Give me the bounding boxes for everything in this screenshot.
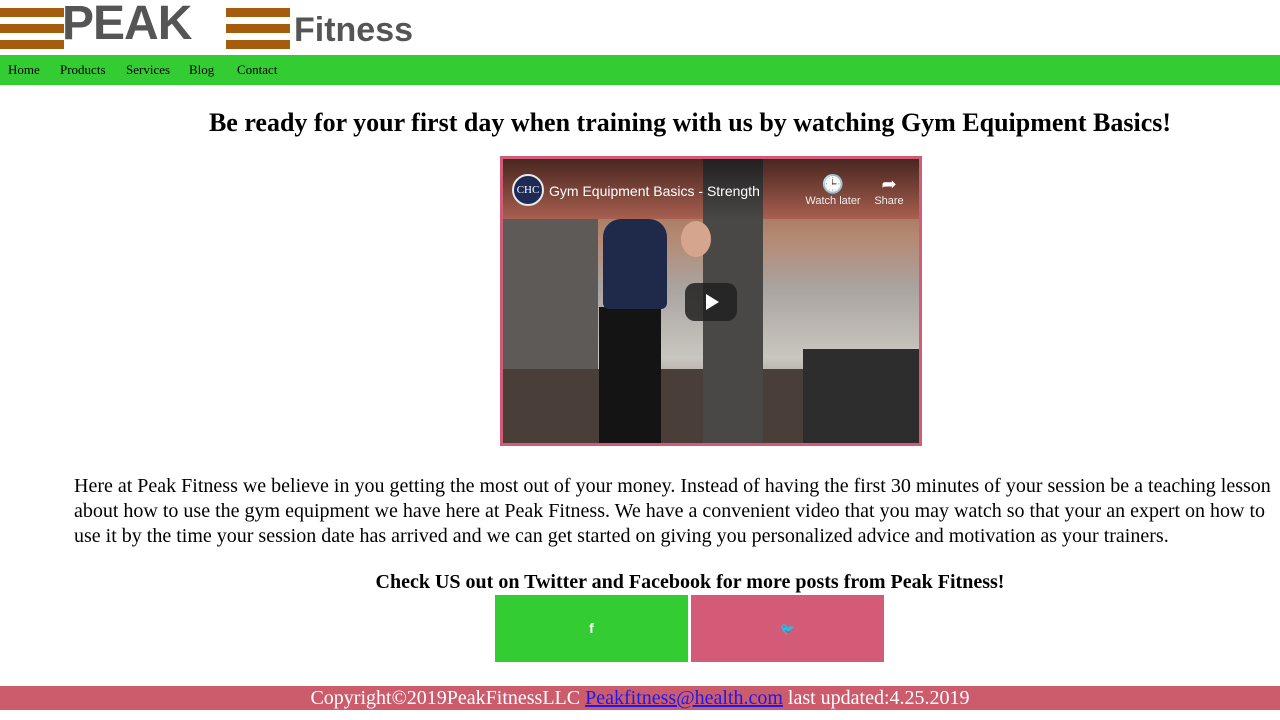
facebook-button[interactable]: f [495, 595, 688, 662]
thumbnail-person-legs [599, 307, 661, 443]
share-button[interactable]: ➦ Share [861, 173, 917, 207]
thumbnail-bench [803, 349, 919, 443]
channel-logo[interactable]: CHC [512, 174, 544, 206]
logo-fitness-text: Fitness [294, 11, 414, 49]
main-nav: Home Products Services Blog Contact [0, 55, 1280, 85]
thumbnail-person-head [681, 221, 711, 257]
nav-home[interactable]: Home [8, 55, 40, 85]
share-arrow-icon: ➦ [881, 174, 897, 194]
watch-later-button[interactable]: 🕒 Watch later [805, 173, 861, 207]
site-footer: Copyright©2019PeakFitnessLLC Peakfitness… [0, 686, 1280, 710]
nav-services[interactable]: Services [126, 55, 170, 85]
thumbnail-machine-left [503, 219, 598, 369]
logo-stripes-right [226, 8, 290, 56]
footer-updated: last updated:4.25.2019 [787, 687, 970, 709]
video-title[interactable]: Gym Equipment Basics - Strength [549, 183, 760, 199]
twitter-icon: 🐦 [780, 622, 795, 636]
clock-icon: 🕒 [821, 174, 845, 194]
nav-blog[interactable]: Blog [189, 55, 214, 85]
nav-contact[interactable]: Contact [237, 55, 277, 85]
site-header: PEAK Fitness [0, 0, 1280, 55]
watch-later-label: Watch later [805, 195, 861, 207]
video-player[interactable]: CHC Gym Equipment Basics - Strength 🕒 Wa… [500, 156, 922, 446]
nav-products[interactable]: Products [60, 55, 106, 85]
facebook-icon: f [589, 620, 594, 636]
logo-peak-text: PEAK [62, 0, 192, 50]
social-heading: Check US out on Twitter and Facebook for… [375, 571, 1005, 593]
logo-stripes-left [0, 8, 64, 56]
play-button[interactable] [685, 283, 737, 321]
intro-paragraph: Here at Peak Fitness we believe in you g… [74, 475, 1271, 547]
thumbnail-person-body [603, 219, 667, 309]
page-headline: Be ready for your first day when trainin… [208, 108, 1172, 137]
twitter-button[interactable]: 🐦 [691, 595, 884, 662]
share-label: Share [874, 195, 904, 207]
footer-copyright: Copyright©2019PeakFitnessLLC [310, 687, 581, 709]
footer-email-link[interactable]: Peakfitness@health.com [585, 687, 783, 709]
